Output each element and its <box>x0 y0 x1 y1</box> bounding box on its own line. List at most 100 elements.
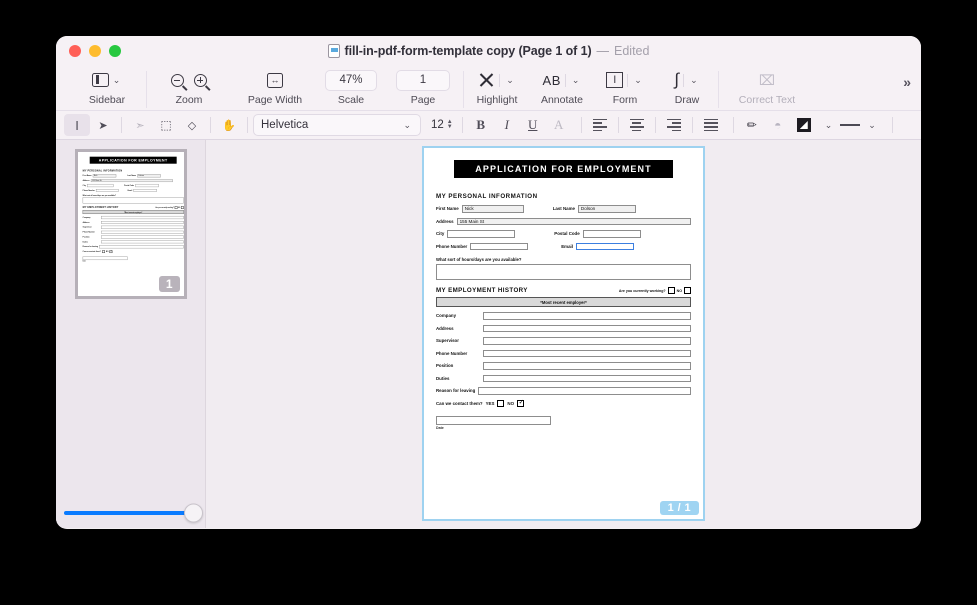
chevron-double-right-icon[interactable]: » <box>903 74 911 90</box>
chevron-down-icon[interactable]: ⌄ <box>504 75 516 85</box>
thumb-label: City <box>82 184 86 187</box>
main-toolbar: ⌄ Sidebar Zoom ↔ Page Width 47% Scale 1 … <box>56 65 921 110</box>
sidebar-icon[interactable] <box>91 73 109 87</box>
align-right-icon[interactable] <box>661 114 687 136</box>
input-last-name[interactable]: Dolson <box>577 205 636 213</box>
input-signature[interactable] <box>436 415 551 425</box>
input-position[interactable] <box>483 362 691 370</box>
input-postal-code[interactable] <box>582 230 641 238</box>
form-text-field-icon[interactable]: I <box>606 72 624 88</box>
document-canvas: APPLICATION FOR EMPLOYMENT MY PERSONAL I… <box>206 140 921 528</box>
bold-icon[interactable]: B <box>468 114 494 136</box>
input-city[interactable] <box>447 230 516 238</box>
minimize-window-button[interactable] <box>89 44 101 57</box>
color-swatch-button[interactable] <box>791 114 817 136</box>
font-family-select[interactable]: Helvetica ⌄ <box>253 114 421 136</box>
thumb-input <box>98 245 184 249</box>
draw-squiggle-icon[interactable]: ∫ <box>674 71 679 88</box>
input-first-name[interactable]: Nick <box>461 205 524 213</box>
stepper-arrows-icon[interactable]: ▲ ▼ <box>447 119 453 130</box>
font-size-stepper[interactable]: 12 ▲ ▼ <box>431 119 453 131</box>
format-divider <box>121 117 122 133</box>
chevron-down-icon[interactable]: ⌄ <box>401 120 413 130</box>
page-width-icon[interactable]: ↔ <box>267 72 283 88</box>
hand-icon[interactable]: ✋ <box>216 114 242 136</box>
label-position: Position <box>436 363 454 369</box>
chevron-down-icon[interactable]: ⌄ <box>823 120 835 130</box>
page-number-input[interactable]: 1 <box>396 69 450 91</box>
format-divider <box>732 117 734 133</box>
page-thumbnail-1[interactable]: APPLICATION FOR EMPLOYMENT MY PERSONAL I… <box>74 149 187 299</box>
label-last-name: Last Name <box>552 206 575 212</box>
close-window-button[interactable] <box>69 44 81 57</box>
currently-working-question: Are you currently working? <box>618 288 666 293</box>
chevron-down-icon[interactable]: ⌄ <box>111 75 123 85</box>
fill-bucket-icon[interactable]: ◓ <box>765 114 791 136</box>
input-duties[interactable] <box>483 374 691 382</box>
toolbar-form-group[interactable]: I ⌄ Form <box>594 65 656 106</box>
checkbox-contact-yes[interactable] <box>497 399 505 407</box>
highlight-x-icon[interactable] <box>478 72 495 89</box>
format-divider <box>654 117 656 133</box>
input-history-phone[interactable] <box>483 349 691 357</box>
align-justify-icon[interactable] <box>698 114 724 136</box>
zoom-out-icon[interactable] <box>171 73 184 87</box>
thumb-label: Phone Number <box>82 189 95 192</box>
toolbar-page-group[interactable]: 1 Page <box>383 65 463 106</box>
toolbar-page-width-group[interactable]: ↔ Page Width <box>231 65 319 106</box>
checkbox-currently-working-no[interactable] <box>684 287 691 294</box>
chevron-down-icon[interactable]: ⌄ <box>632 75 644 85</box>
hollow-arrow-icon[interactable]: ➣ <box>127 114 153 136</box>
toolbar-draw-group[interactable]: ∫ ⌄ Draw <box>656 65 718 106</box>
slider-track[interactable] <box>64 503 203 523</box>
annotate-ab-icon[interactable]: AB <box>543 73 561 88</box>
zoom-in-icon[interactable] <box>194 73 207 87</box>
thumb-bigbox <box>82 197 184 204</box>
toolbar-scale-group[interactable]: 47% Scale <box>319 65 383 106</box>
input-reason-leaving[interactable] <box>478 387 691 395</box>
underline-icon[interactable]: U <box>520 114 546 136</box>
slider-knob[interactable] <box>184 503 203 523</box>
format-toolbar: I ➤ ➣ ⬚ ◇ ✋ Helvetica ⌄ 12 ▲ ▼ B I U A ✏… <box>56 110 921 140</box>
chevron-down-icon[interactable]: ⌄ <box>688 75 700 85</box>
input-phone-number[interactable] <box>470 242 529 250</box>
title-separator: — <box>596 43 610 58</box>
toolbar-annotate-group[interactable]: AB ⌄ Annotate <box>530 65 594 107</box>
pdf-page-1[interactable]: APPLICATION FOR EMPLOYMENT MY PERSONAL I… <box>422 146 705 521</box>
align-center-icon[interactable] <box>624 114 650 136</box>
toolbar-sidebar-group[interactable]: ⌄ Sidebar <box>68 65 146 106</box>
label-duties: Duties <box>436 375 450 381</box>
inline-divider <box>683 73 685 87</box>
align-left-icon[interactable] <box>587 114 613 136</box>
input-supervisor[interactable] <box>483 337 691 345</box>
row-phone-email: Phone Number Email <box>436 242 691 250</box>
italic-icon[interactable]: I <box>494 114 520 136</box>
checkbox-currently-working-yes[interactable] <box>667 287 675 294</box>
arrow-select-icon[interactable]: ➤ <box>90 114 116 136</box>
input-availability[interactable] <box>436 264 691 280</box>
format-divider <box>461 117 463 133</box>
text-cursor-icon[interactable]: I <box>64 114 90 136</box>
toolbar-highlight-group[interactable]: ⌄ Highlight <box>464 65 530 106</box>
thumbnail-zoom-slider[interactable] <box>56 498 204 528</box>
checkbox-contact-no[interactable] <box>517 399 524 407</box>
input-address[interactable]: 155 Main St <box>456 217 691 225</box>
pen-stroke-icon[interactable]: ✏ <box>739 114 765 136</box>
chevron-down-icon[interactable]: ⌄ <box>866 120 878 130</box>
zoom-window-button[interactable] <box>109 44 121 57</box>
thumb-label: Phone Number <box>82 231 95 234</box>
text-color-icon[interactable]: A <box>546 114 572 136</box>
marquee-select-icon[interactable]: ⬚ <box>153 114 179 136</box>
toolbar-label-highlight: Highlight <box>476 94 518 106</box>
eraser-icon[interactable]: ◇ <box>179 114 205 136</box>
input-email[interactable] <box>575 242 634 250</box>
scale-input[interactable]: 47% <box>325 69 377 91</box>
input-history-address[interactable] <box>483 324 691 332</box>
font-family-value: Helvetica <box>261 119 309 131</box>
input-company[interactable] <box>483 312 691 320</box>
thumb-label: Date <box>82 260 86 262</box>
thumb-label: Email <box>127 189 132 192</box>
toolbar-zoom-group[interactable]: Zoom <box>147 65 231 106</box>
line-style-icon[interactable] <box>840 124 861 126</box>
chevron-down-icon[interactable]: ⌄ <box>570 75 582 85</box>
